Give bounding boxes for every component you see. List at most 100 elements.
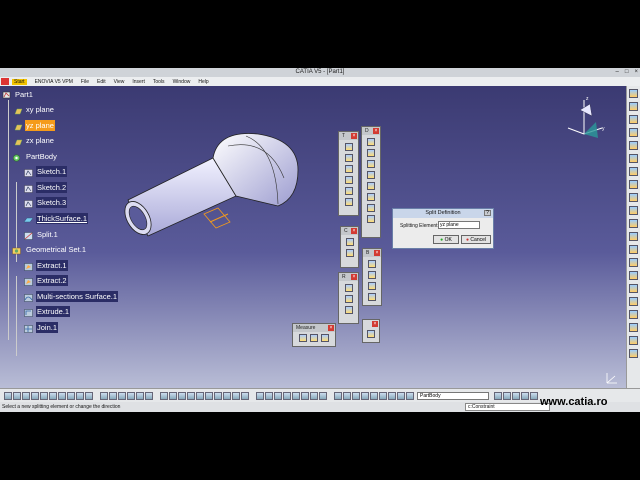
- tool-icon[interactable]: [512, 391, 520, 400]
- close-icon[interactable]: ×: [373, 128, 379, 134]
- views-icon[interactable]: [214, 391, 222, 400]
- tree-item-extract-2[interactable]: Extract.2: [36, 275, 68, 286]
- tool-icon[interactable]: [370, 391, 378, 400]
- help-icon[interactable]: [85, 391, 93, 400]
- normal-view-icon[interactable]: [205, 391, 213, 400]
- menu-window[interactable]: Window: [173, 79, 191, 85]
- close-icon[interactable]: ×: [372, 321, 378, 327]
- tool-icon[interactable]: [629, 284, 638, 293]
- splitting-element-field[interactable]: yz plane: [438, 221, 480, 229]
- tool-icon[interactable]: [629, 180, 638, 189]
- zoom-out-icon[interactable]: [196, 391, 204, 400]
- print-icon[interactable]: [31, 391, 39, 400]
- tool-icon[interactable]: [629, 271, 638, 280]
- tool-icon[interactable]: [292, 391, 300, 400]
- zoom-in-icon[interactable]: [187, 391, 195, 400]
- menu-file[interactable]: File: [81, 79, 89, 85]
- tool-icon[interactable]: [629, 258, 638, 267]
- tool-icon[interactable]: [345, 238, 354, 246]
- tool-icon[interactable]: [367, 204, 375, 212]
- menu-edit[interactable]: Edit: [97, 79, 106, 85]
- tool-icon[interactable]: [629, 154, 638, 163]
- tool-icon[interactable]: [368, 293, 376, 301]
- tool-icon[interactable]: [629, 219, 638, 228]
- measure-inertia-icon[interactable]: [321, 334, 329, 342]
- tree-item-split-1[interactable]: Split.1: [36, 229, 59, 240]
- cut-icon[interactable]: [40, 391, 48, 400]
- tool-icon[interactable]: [344, 295, 353, 303]
- menu-enovia[interactable]: ENOVIA V5 VPM: [35, 79, 73, 85]
- tool-icon[interactable]: [344, 306, 353, 314]
- tool-icon[interactable]: [530, 391, 538, 400]
- measure-between-icon[interactable]: [299, 334, 307, 342]
- hide-show-icon[interactable]: [232, 391, 240, 400]
- copy-icon[interactable]: [49, 391, 57, 400]
- tool-icon[interactable]: [367, 215, 375, 223]
- minimize-button[interactable]: –: [616, 68, 619, 77]
- tool-icon[interactable]: [367, 171, 375, 179]
- tool-icon[interactable]: [265, 391, 273, 400]
- tool-icon[interactable]: [629, 336, 638, 345]
- fit-all-icon[interactable]: [160, 391, 168, 400]
- ok-button[interactable]: ● OK: [433, 235, 459, 244]
- tool-icon[interactable]: [344, 284, 353, 292]
- tool-icon[interactable]: [629, 206, 638, 215]
- tool-icon[interactable]: [629, 245, 638, 254]
- close-icon[interactable]: ×: [374, 250, 380, 256]
- tool-icon[interactable]: [319, 391, 327, 400]
- close-button[interactable]: ×: [634, 68, 638, 77]
- tool-icon[interactable]: [503, 391, 511, 400]
- tree-item-join-1[interactable]: Join.1: [36, 322, 59, 333]
- tool-icon[interactable]: [344, 198, 353, 206]
- tool-icon[interactable]: [368, 282, 376, 290]
- tool-icon[interactable]: [344, 176, 353, 184]
- measure-item-icon[interactable]: [310, 334, 318, 342]
- tree-item-multi-sections-surface-1[interactable]: Multi-sections Surface.1: [36, 291, 119, 302]
- tool-icon[interactable]: [118, 391, 126, 400]
- tool-icon[interactable]: [145, 391, 153, 400]
- menu-help[interactable]: Help: [198, 79, 208, 85]
- close-icon[interactable]: ×: [328, 325, 334, 331]
- cancel-button[interactable]: ● Cancel: [461, 235, 491, 244]
- 3d-part-model[interactable]: [118, 118, 308, 258]
- tool-icon[interactable]: [136, 391, 144, 400]
- compass-icon[interactable]: z y: [562, 94, 612, 144]
- tool-icon[interactable]: [367, 160, 375, 168]
- tool-icon[interactable]: [274, 391, 282, 400]
- tool-icon[interactable]: [344, 154, 353, 162]
- tool-icon[interactable]: [629, 310, 638, 319]
- tool-icon[interactable]: [397, 391, 405, 400]
- tree-item-sketch-3[interactable]: Sketch.3: [36, 197, 68, 208]
- tool-icon[interactable]: [301, 391, 309, 400]
- tool-icon[interactable]: [629, 89, 638, 98]
- current-body-combo[interactable]: PartBody: [417, 391, 489, 400]
- tool-icon[interactable]: [344, 187, 353, 195]
- catia-logo-icon[interactable]: [1, 78, 9, 85]
- tool-icon[interactable]: [367, 149, 375, 157]
- 3d-viewport[interactable]: Part1 xy plane yz plane zx plane PartBod…: [0, 86, 626, 388]
- redo-icon[interactable]: [76, 391, 84, 400]
- tool-icon[interactable]: [629, 323, 638, 332]
- render-style-icon[interactable]: [223, 391, 231, 400]
- dialog-help-icon[interactable]: ?: [484, 210, 491, 216]
- tool-icon[interactable]: [629, 115, 638, 124]
- tool-icon[interactable]: [367, 193, 375, 201]
- tool-icon[interactable]: [367, 182, 375, 190]
- tool-icon[interactable]: [629, 141, 638, 150]
- rotate-icon[interactable]: [178, 391, 186, 400]
- tool-icon[interactable]: [109, 391, 117, 400]
- menu-start[interactable]: Start: [12, 78, 27, 85]
- tool-icon[interactable]: [343, 391, 351, 400]
- tool-icon[interactable]: [629, 232, 638, 241]
- tool-icon[interactable]: [345, 249, 354, 257]
- tree-item-extrude-1[interactable]: Extrude.1: [36, 306, 71, 317]
- tool-icon[interactable]: [310, 391, 318, 400]
- tool-icon[interactable]: [388, 391, 396, 400]
- paste-icon[interactable]: [58, 391, 66, 400]
- formula-icon[interactable]: [100, 391, 108, 400]
- tool-icon[interactable]: [521, 391, 529, 400]
- pan-icon[interactable]: [169, 391, 177, 400]
- open-icon[interactable]: [13, 391, 21, 400]
- tool-icon[interactable]: [629, 297, 638, 306]
- tool-icon[interactable]: [629, 167, 638, 176]
